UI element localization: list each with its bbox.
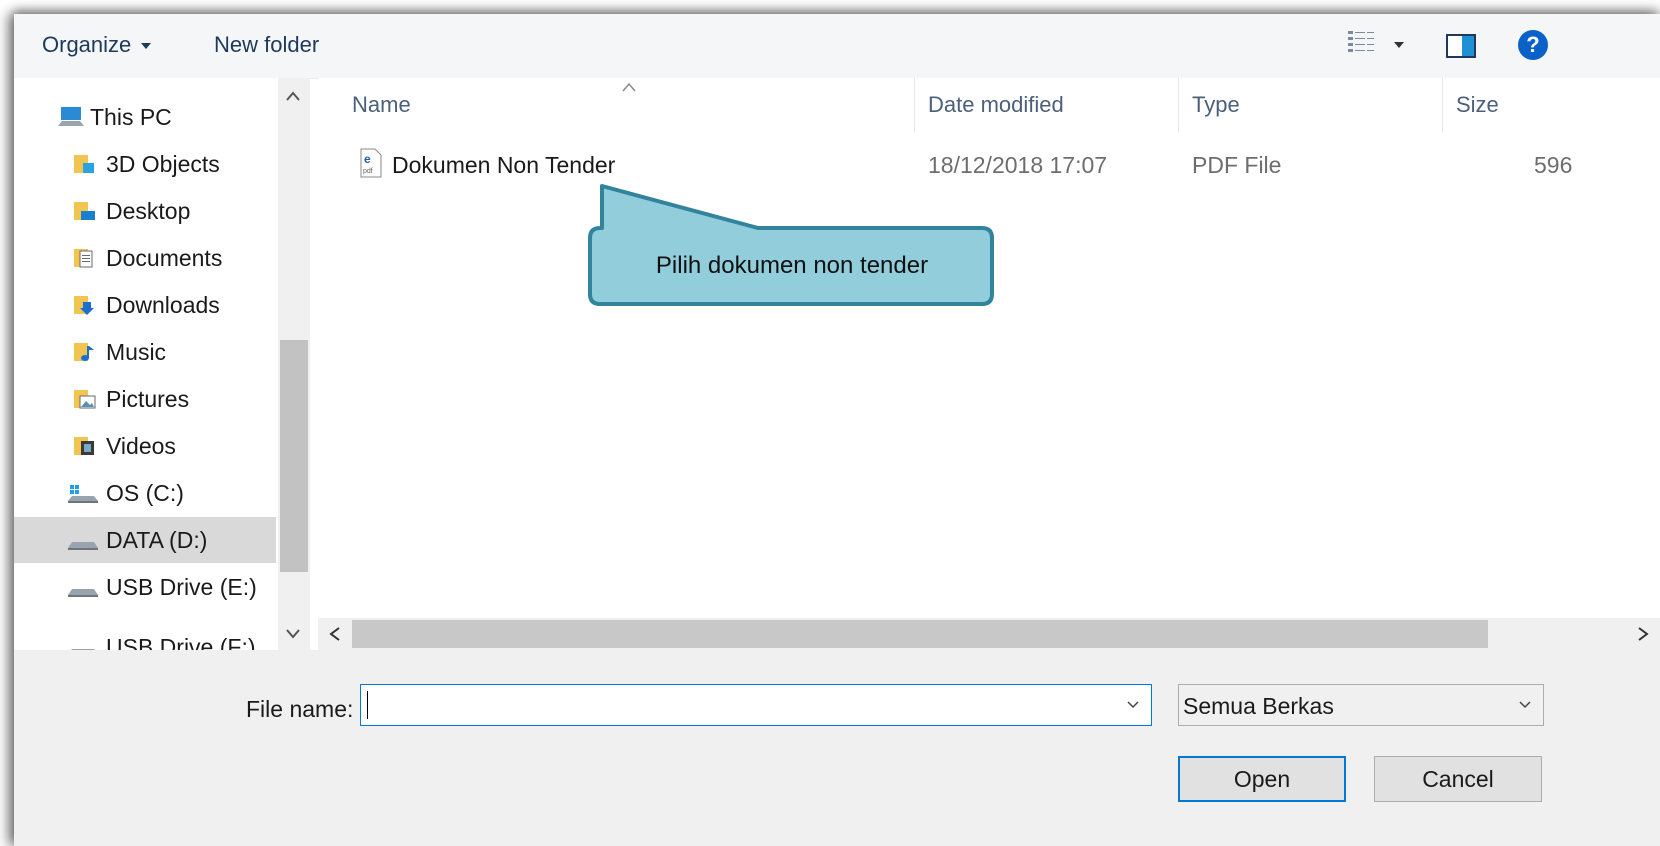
column-header-name[interactable]: Name xyxy=(352,92,411,118)
file-size: 596 xyxy=(1534,152,1573,178)
nav-item-3d-objects[interactable]: 3D Objects xyxy=(14,141,276,187)
new-folder-button[interactable]: New folder xyxy=(214,32,319,58)
nav-item-label: Documents xyxy=(106,245,223,271)
nav-item-label: Videos xyxy=(106,433,176,459)
file-type-select[interactable]: Semua Berkas xyxy=(1178,684,1544,726)
nav-item-pictures[interactable]: Pictures xyxy=(14,376,276,422)
file-name-input[interactable] xyxy=(360,684,1152,726)
nav-item-label: Music xyxy=(106,339,167,365)
file-list: Name Date modified Type Size e pdf Dokum… xyxy=(318,78,1660,650)
text-caret xyxy=(367,691,368,719)
drive-icon xyxy=(71,649,95,650)
documents-folder-icon xyxy=(74,249,93,268)
nav-item-downloads[interactable]: Downloads xyxy=(14,282,276,328)
preview-pane-icon[interactable] xyxy=(1446,34,1476,58)
nav-item-label: 3D Objects xyxy=(106,151,220,177)
nav-item-usb-e[interactable]: USB Drive (E:) xyxy=(14,564,276,610)
column-divider[interactable] xyxy=(914,78,915,132)
drive-icon xyxy=(68,589,98,597)
callout-text: Pilih dokumen non tender xyxy=(655,252,929,279)
nav-item-os-c[interactable]: OS (C:) xyxy=(14,470,276,516)
view-options-chevron-icon[interactable] xyxy=(1394,42,1404,48)
nav-scrollbar[interactable] xyxy=(278,78,310,650)
toolbar: Organize New folder ? xyxy=(14,14,1660,79)
organize-label: Organize xyxy=(42,32,132,57)
nav-item-desktop[interactable]: Desktop xyxy=(14,188,276,234)
computer-icon xyxy=(58,107,84,126)
svg-text:pdf: pdf xyxy=(363,168,373,175)
windows-drive-icon xyxy=(68,485,98,503)
chevron-down-icon xyxy=(141,43,152,50)
view-options-icon[interactable] xyxy=(1346,28,1376,58)
svg-text:e: e xyxy=(364,152,371,166)
nav-item-label: USB Drive (F:) xyxy=(106,634,256,650)
downloads-folder-icon xyxy=(74,296,94,315)
nav-item-documents[interactable]: Documents xyxy=(14,235,276,281)
music-folder-icon xyxy=(74,343,94,361)
drive-icon xyxy=(68,542,98,550)
scroll-down-icon[interactable] xyxy=(286,626,300,640)
file-name-label: File name: xyxy=(246,696,354,722)
nav-item-videos[interactable]: Videos xyxy=(14,423,276,469)
nav-item-label: USB Drive (E:) xyxy=(106,574,257,600)
scroll-right-icon[interactable] xyxy=(1636,626,1650,642)
column-header-type[interactable]: Type xyxy=(1192,92,1240,118)
help-icon[interactable]: ? xyxy=(1518,30,1548,60)
videos-folder-icon xyxy=(74,437,94,455)
nav-item-usb-f[interactable]: USB Drive (F:) xyxy=(14,624,276,650)
organize-button[interactable]: Organize xyxy=(42,32,152,58)
file-row[interactable]: e pdf Dokumen Non Tender 18/12/2018 17:0… xyxy=(348,142,1660,186)
column-header-date[interactable]: Date modified xyxy=(928,92,1064,118)
scroll-left-icon[interactable] xyxy=(328,626,342,642)
horizontal-scroll-thumb[interactable] xyxy=(352,620,1488,648)
horizontal-scrollbar[interactable] xyxy=(318,618,1660,650)
nav-item-data-d[interactable]: DATA (D:) xyxy=(14,517,276,563)
nav-item-label: DATA (D:) xyxy=(106,527,208,553)
nav-item-music[interactable]: Music xyxy=(14,329,276,375)
nav-item-label: Downloads xyxy=(106,292,220,318)
pdf-file-icon: e pdf xyxy=(360,148,382,178)
file-date: 18/12/2018 17:07 xyxy=(928,152,1108,178)
file-type: PDF File xyxy=(1192,152,1282,178)
pictures-folder-icon xyxy=(74,390,96,409)
3d-objects-folder-icon xyxy=(74,155,94,173)
open-file-dialog: Organize New folder ? This PC 3D Objects… xyxy=(14,14,1660,846)
navigation-pane: This PC 3D Objects Desktop Documents Dow… xyxy=(14,78,310,650)
column-divider[interactable] xyxy=(1442,78,1443,132)
dialog-footer: File name: Semua Berkas Open Cancel xyxy=(14,650,1660,846)
nav-item-label: Desktop xyxy=(106,198,191,224)
scroll-up-icon[interactable] xyxy=(286,90,300,104)
nav-item-label: OS (C:) xyxy=(106,480,184,506)
nav-scroll-thumb[interactable] xyxy=(280,340,308,572)
file-type-value: Semua Berkas xyxy=(1183,693,1334,719)
chevron-down-icon[interactable] xyxy=(1127,701,1139,709)
nav-item-label: Pictures xyxy=(106,386,190,412)
chevron-down-icon xyxy=(1519,701,1531,709)
sort-ascending-icon xyxy=(622,82,636,92)
nav-item-label: This PC xyxy=(90,104,172,130)
desktop-folder-icon xyxy=(74,202,95,220)
file-name: Dokumen Non Tender xyxy=(392,152,616,178)
open-button[interactable]: Open xyxy=(1178,756,1346,802)
nav-item-this-pc[interactable]: This PC xyxy=(14,94,276,140)
column-header-size[interactable]: Size xyxy=(1456,92,1499,118)
cancel-button[interactable]: Cancel xyxy=(1374,756,1542,802)
column-divider[interactable] xyxy=(1178,78,1179,132)
